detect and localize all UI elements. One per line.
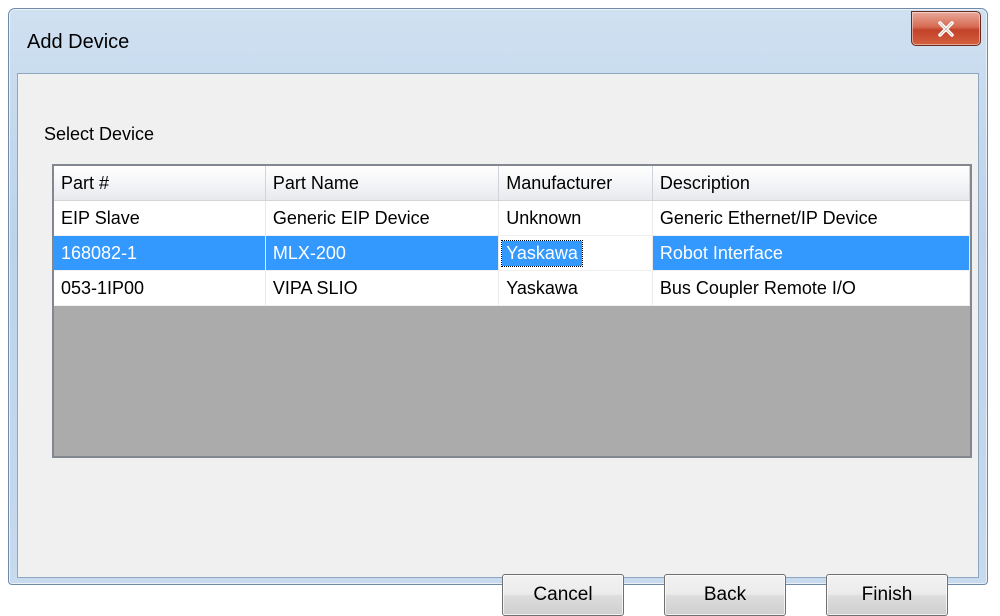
cell-part-number[interactable]: 053-1IP00 [54,270,266,306]
select-device-label: Select Device [44,124,155,144]
column-header-part-number[interactable]: Part # [54,166,266,201]
close-icon [938,20,954,37]
cell-part-number[interactable]: EIP Slave [54,200,266,236]
cell-description[interactable]: Generic Ethernet/IP Device [652,200,970,236]
close-button[interactable] [911,11,981,46]
finish-button[interactable]: Finish [826,574,948,616]
cell-part-number[interactable]: 168082-1 [54,235,266,271]
cell-manufacturer[interactable]: Yaskawa [498,270,653,306]
window-title: Add Device [27,31,130,53]
cell-manufacturer-focused[interactable]: Yaskawa [498,235,653,271]
table-row-selected[interactable]: 168082-1 MLX-200 Yaskawa Robot Interface [54,235,970,271]
column-header-description[interactable]: Description [652,166,970,201]
table-row[interactable]: EIP Slave Generic EIP Device Unknown Gen… [54,200,970,236]
dialog-body: Select Device Part # Part Name Manufactu… [17,73,979,616]
device-grid[interactable]: Part # Part Name Manufacturer Descriptio… [52,164,972,458]
column-header-manufacturer[interactable]: Manufacturer [498,166,653,201]
cell-part-name[interactable]: VIPA SLIO [265,270,500,306]
table-header-row: Part # Part Name Manufacturer Descriptio… [54,166,970,201]
cell-part-name[interactable]: Generic EIP Device [265,200,500,236]
cell-description[interactable]: Bus Coupler Remote I/O [652,270,970,306]
add-device-window: Add Device Select Device Part # Part Nam… [8,8,988,616]
back-button[interactable]: Back [664,574,786,616]
table-row[interactable]: 053-1IP00 VIPA SLIO Yaskawa Bus Coupler … [54,270,970,306]
cancel-button[interactable]: Cancel [502,574,624,616]
cell-manufacturer[interactable]: Unknown [498,200,653,236]
column-header-part-name[interactable]: Part Name [265,166,500,201]
cell-description[interactable]: Robot Interface [652,235,970,271]
device-table: Part # Part Name Manufacturer Descriptio… [54,166,970,306]
focused-cell-text: Yaskawa [501,239,583,267]
cell-part-name[interactable]: MLX-200 [265,235,500,271]
